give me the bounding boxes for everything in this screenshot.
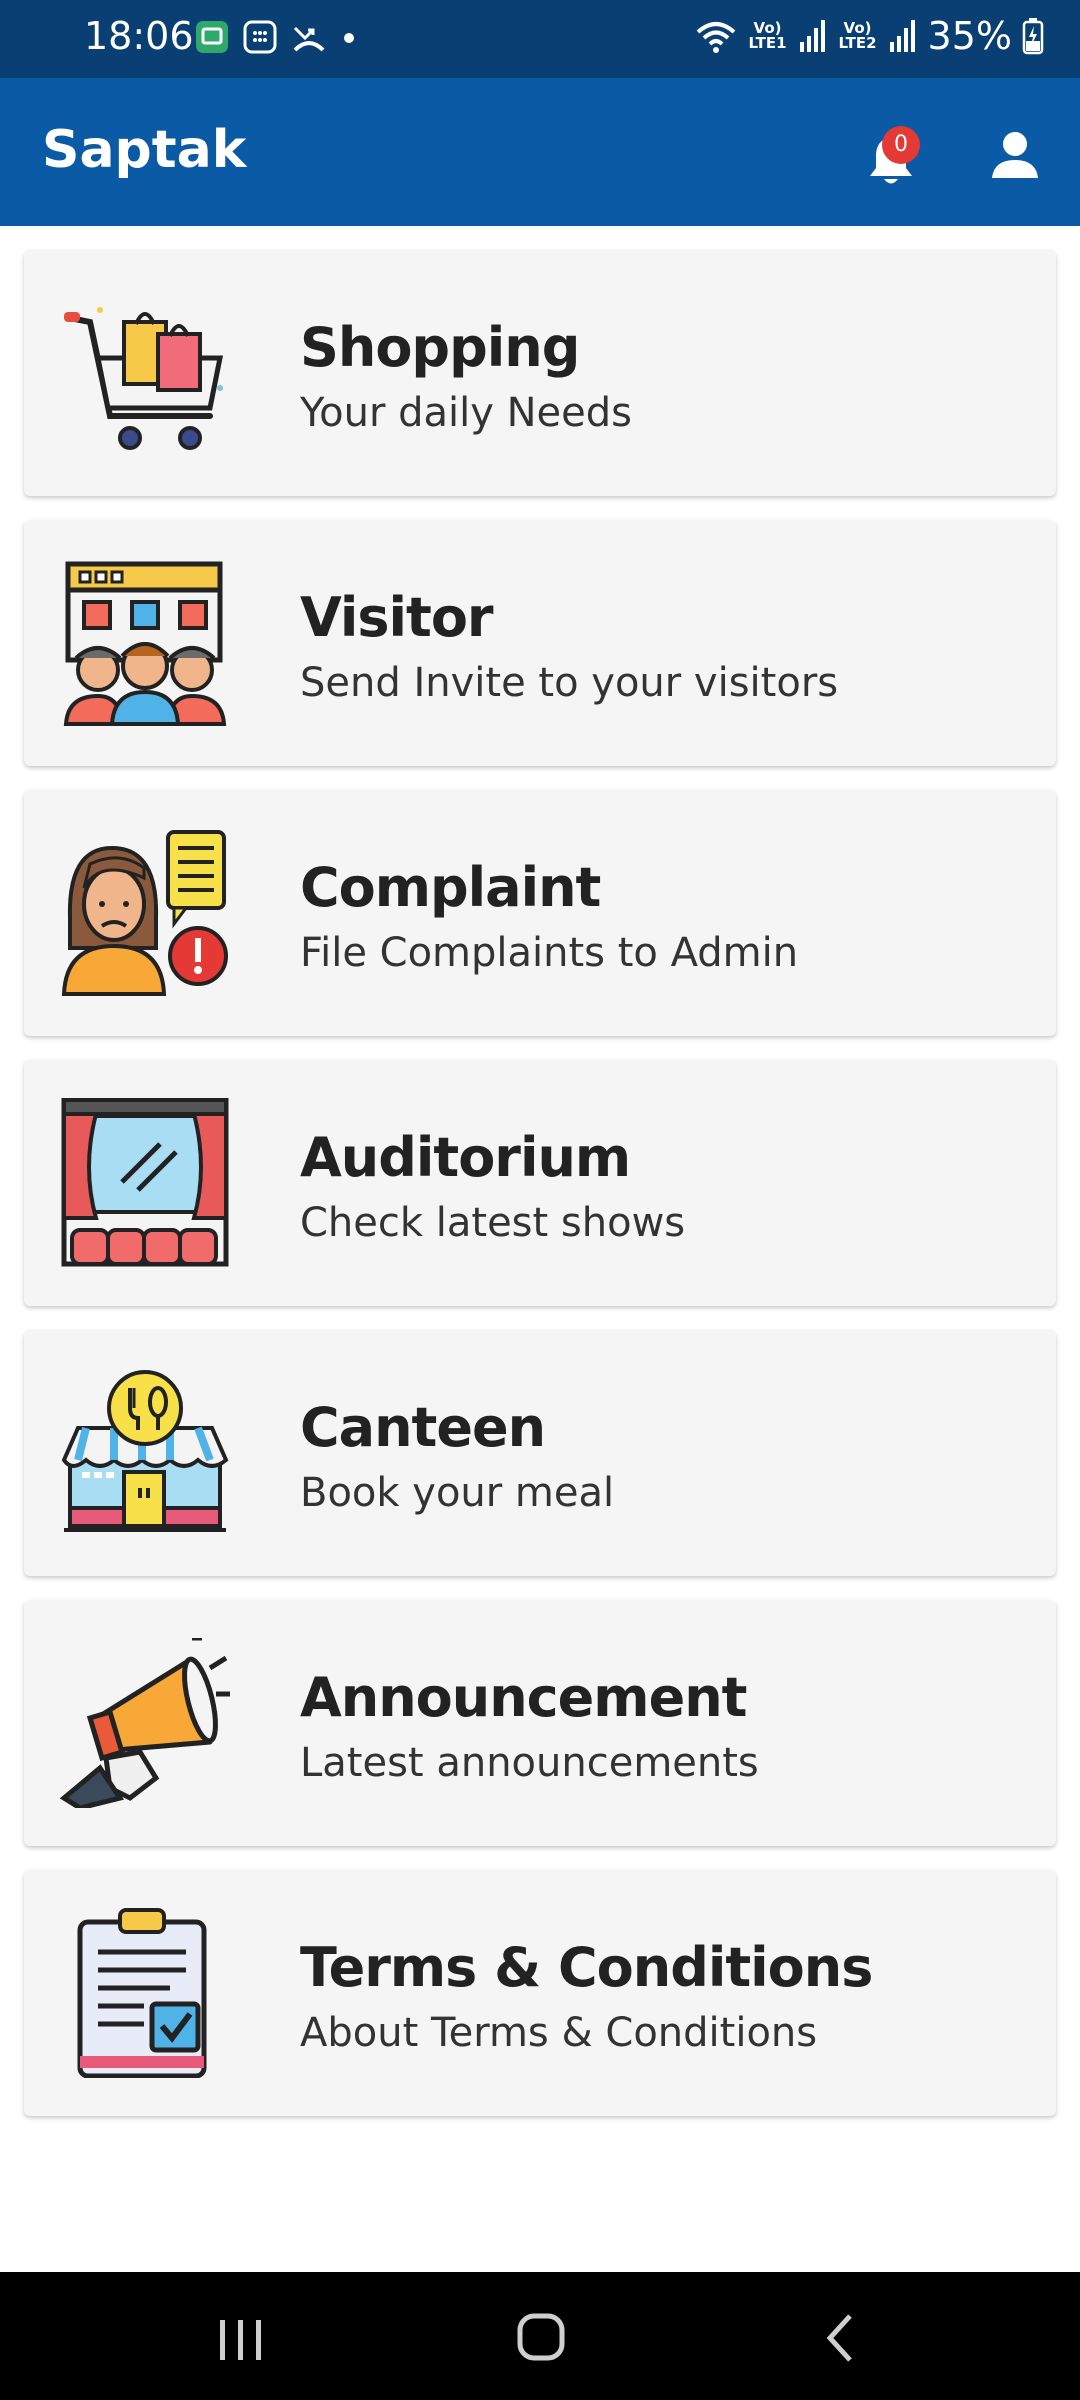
battery-percent: 35% [927, 14, 1012, 58]
card-subtitle: Your daily Needs [300, 390, 632, 436]
menu-card-terms[interactable]: Terms & Conditions About Terms & Conditi… [24, 1870, 1056, 2116]
battery-charging-icon [1022, 18, 1044, 55]
sim1-label: Vo) LTE1 [748, 19, 787, 52]
menu-card-shopping[interactable]: Shopping Your daily Needs [24, 250, 1056, 496]
dot-icon [344, 33, 354, 43]
card-title: Terms & Conditions [300, 1936, 873, 1999]
clipboard-check-icon [77, 1908, 207, 2078]
message-app-icon [196, 21, 228, 53]
card-subtitle: Latest announcements [300, 1740, 759, 1786]
card-subtitle: Send Invite to your visitors [300, 660, 839, 706]
calculator-icon [243, 20, 277, 54]
sim2-label: Vo) LTE2 [838, 19, 877, 52]
theater-stage-icon [61, 1098, 229, 1267]
status-bar: 18:06 Vo) LTE1 Vo) LTE2 35% [0, 0, 1080, 78]
menu-card-complaint[interactable]: Complaint File Complaints to Admin [24, 790, 1056, 1036]
notification-badge: 0 [882, 126, 920, 164]
card-subtitle: File Complaints to Admin [300, 930, 799, 976]
recent-apps-icon [220, 2320, 261, 2360]
back-button[interactable] [800, 2302, 880, 2372]
signal-icon [799, 20, 825, 52]
canteen-shop-icon [61, 1370, 229, 1532]
app-title: Saptak [42, 120, 247, 180]
card-subtitle: Check latest shows [300, 1200, 686, 1246]
menu-card-canteen[interactable]: Canteen Book your meal [24, 1330, 1056, 1576]
status-time: 18:06 [84, 14, 194, 58]
visitor-group-icon [63, 561, 227, 726]
card-subtitle: Book your meal [300, 1470, 615, 1516]
home-button[interactable] [500, 2302, 580, 2372]
home-icon [517, 2313, 565, 2361]
menu-card-visitor[interactable]: Visitor Send Invite to your visitors [24, 520, 1056, 766]
signal-icon [889, 20, 915, 52]
profile-button[interactable] [990, 122, 1046, 186]
app-bar: Saptak 0 [0, 78, 1080, 226]
card-title: Auditorium [300, 1126, 631, 1189]
menu-card-auditorium[interactable]: Auditorium Check latest shows [24, 1060, 1056, 1306]
card-title: Canteen [300, 1396, 546, 1459]
card-title: Announcement [300, 1666, 747, 1729]
missed-call-icon [293, 26, 325, 52]
recent-apps-button[interactable] [200, 2302, 280, 2372]
wifi-icon [696, 22, 735, 53]
menu-list: Shopping Your daily Needs Visitor Send I… [24, 250, 1056, 2140]
back-icon [826, 2314, 852, 2362]
megaphone-icon [60, 1638, 230, 1808]
system-nav-bar [0, 2272, 1080, 2400]
user-icon [992, 132, 1038, 178]
complaint-person-icon [61, 830, 228, 996]
card-title: Shopping [300, 316, 580, 379]
card-subtitle: About Terms & Conditions [300, 2010, 818, 2056]
card-title: Visitor [300, 586, 494, 649]
shopping-cart-icon [64, 307, 224, 450]
card-title: Complaint [300, 856, 601, 919]
menu-card-announcement[interactable]: Announcement Latest announcements [24, 1600, 1056, 1846]
